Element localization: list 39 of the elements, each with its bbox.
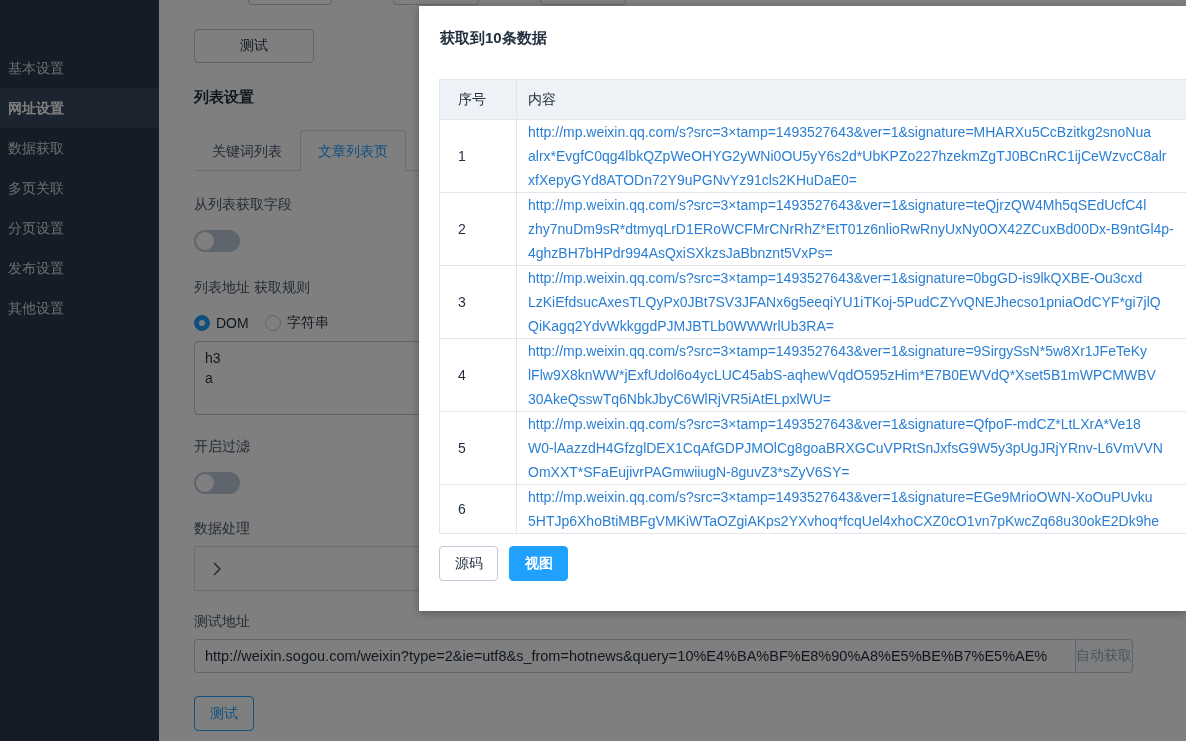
- sidebar-item[interactable]: 其他设置: [0, 288, 159, 328]
- radio-button[interactable]: [194, 315, 210, 331]
- section-title: 列表设置: [194, 87, 254, 107]
- cut-off-button[interactable]: [393, 0, 479, 5]
- cut-off-button[interactable]: [540, 0, 626, 5]
- field-label: 从列表获取字段: [194, 195, 292, 214]
- dialog-title: 获取到10条数据: [440, 28, 548, 48]
- cut-off-button[interactable]: [248, 0, 332, 5]
- view-mode-button[interactable]: 源码: [439, 546, 498, 581]
- column-header: 内容: [528, 90, 556, 107]
- sidebar-item[interactable]: 数据获取: [0, 128, 159, 168]
- result-link[interactable]: http://mp.weixin.qq.com/s?src=3×tamp=1493527643&ver=1&signature=EGe9MrioOWN-XoOuPUvku 5HTJp6XhoBtiMBFgVMKiWTaOZgiAKps2YXvhoq*fcqUel4xhoCXZ0cO1vn7pKwcZq68u30okE2Dk9he: [528, 485, 1160, 533]
- toggle-switch[interactable]: [194, 230, 240, 252]
- row-number: 6: [458, 501, 466, 517]
- tab[interactable]: 关键词列表: [194, 130, 300, 170]
- test-button[interactable]: 测试: [194, 29, 314, 63]
- row-number: 2: [458, 221, 466, 237]
- row-number: 3: [458, 294, 466, 310]
- row-number: 1: [458, 148, 466, 164]
- sidebar-item[interactable]: 分页设置: [0, 208, 159, 248]
- test-button[interactable]: 测试: [194, 696, 254, 731]
- radio-label[interactable]: 字符串: [286, 314, 329, 332]
- row-number: 5: [458, 440, 466, 456]
- url-input[interactable]: http://weixin.sogou.com/weixin?type=2&ie=utf8&s_from=hotnews&query=10%E4%BA%BF%E8%90%A8%E5%BE%B7%E5%AE%: [194, 639, 1075, 673]
- field-label: 列表地址 获取规则: [194, 278, 310, 297]
- radio-label[interactable]: DOM: [216, 315, 249, 331]
- tab[interactable]: 文章列表页: [300, 130, 406, 171]
- sidebar-item[interactable]: 多页关联: [0, 168, 159, 208]
- field-label: 测试地址: [194, 612, 250, 631]
- sidebar-item[interactable]: 发布设置: [0, 248, 159, 288]
- toggle-switch[interactable]: [194, 472, 240, 494]
- sidebar-item[interactable]: 基本设置: [0, 48, 159, 88]
- radio-button[interactable]: [264, 315, 281, 331]
- sidebar-item[interactable]: 网址设置: [0, 88, 159, 128]
- row-number: 4: [458, 367, 466, 383]
- view-mode-button[interactable]: 视图: [509, 546, 568, 581]
- field-label: 数据处理: [194, 519, 250, 538]
- column-header: 序号: [458, 90, 486, 109]
- field-label: 开启过滤: [194, 437, 250, 456]
